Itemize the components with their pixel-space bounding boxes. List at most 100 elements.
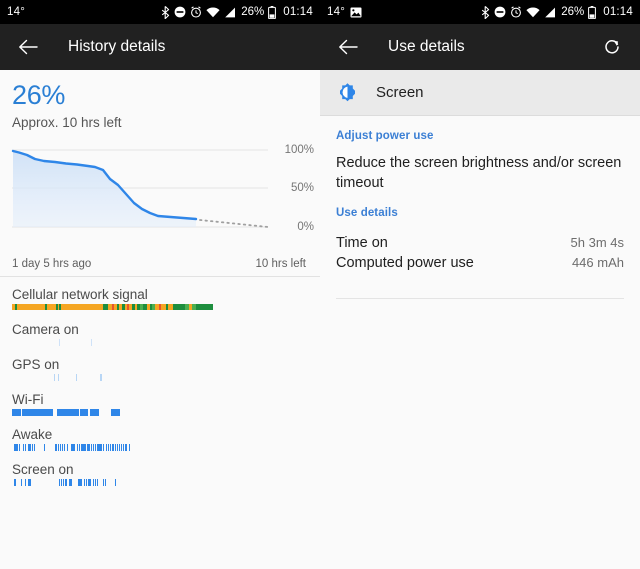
event-segment xyxy=(77,444,79,451)
event-segment xyxy=(46,304,57,310)
event-segment xyxy=(112,444,114,451)
section-divider xyxy=(336,298,624,300)
battery-percent-large: 26% xyxy=(12,80,66,110)
event-segment xyxy=(125,444,127,451)
wifi-icon xyxy=(526,6,540,18)
y-axis-label-50: 50% xyxy=(290,182,314,194)
event-tracks-list: Cellular network signal Camera on GPS on… xyxy=(0,277,320,487)
chart-x-axis: 1 day 5 hrs ago 10 hrs left xyxy=(0,254,320,270)
alarm-icon xyxy=(190,6,202,18)
event-bar-gps xyxy=(12,374,308,382)
event-segment xyxy=(70,444,75,451)
event-segment xyxy=(100,444,102,451)
event-track-wifi: Wi-Fi xyxy=(0,386,320,417)
event-segment xyxy=(118,444,121,451)
event-label: GPS on xyxy=(12,357,60,372)
use-details-content: Screen Adjust power use Reduce the scree… xyxy=(320,70,640,569)
app-header-row[interactable]: Screen xyxy=(320,70,640,116)
x-axis-start-label: 1 day 5 hrs ago xyxy=(12,258,92,270)
event-segment xyxy=(20,479,22,486)
right-phone-screen: 14° 26% 01:14 Use details Screen Adjust … xyxy=(320,0,640,569)
event-segment xyxy=(121,444,123,451)
event-segment xyxy=(100,374,102,381)
event-segment xyxy=(58,339,60,346)
detail-key: Computed power use xyxy=(336,255,474,272)
page-title: Use details xyxy=(388,38,465,55)
event-segment xyxy=(67,444,69,451)
event-track-cellular: Cellular network signal xyxy=(0,281,320,312)
event-label: Camera on xyxy=(12,322,79,337)
brightness-icon xyxy=(336,82,358,104)
event-segment xyxy=(64,444,66,451)
cellular-signal-icon xyxy=(544,7,556,18)
event-segment xyxy=(102,479,104,486)
event-bar-wifi xyxy=(12,409,308,417)
detail-row-computed-power: Computed power use 446 mAh xyxy=(336,253,624,273)
event-label: Screen on xyxy=(12,462,74,477)
event-segment xyxy=(111,409,121,416)
event-label: Wi-Fi xyxy=(12,392,44,407)
battery-history-chart: 100% 50% 0% xyxy=(0,142,320,254)
event-segment xyxy=(81,444,86,451)
back-arrow-icon[interactable] xyxy=(16,35,40,59)
event-track-camera: Camera on xyxy=(0,316,320,347)
event-segment xyxy=(25,479,27,486)
status-right-group: 26% 01:14 xyxy=(161,5,313,19)
battery-remaining-text: Approx. 10 hrs left xyxy=(12,115,122,130)
event-segment xyxy=(102,444,105,451)
event-segment xyxy=(61,444,64,451)
temperature-text: 14° xyxy=(7,6,25,18)
event-segment xyxy=(94,479,96,486)
refresh-icon[interactable] xyxy=(600,35,624,59)
event-segment xyxy=(77,479,82,486)
event-segment xyxy=(91,339,93,346)
event-segment xyxy=(25,444,27,451)
event-segment xyxy=(195,304,213,310)
status-battery-percent: 26% xyxy=(241,6,265,18)
event-segment xyxy=(61,304,103,310)
event-segment xyxy=(57,374,59,381)
wifi-icon xyxy=(206,6,220,18)
event-segment xyxy=(68,479,72,486)
event-segment xyxy=(28,479,32,486)
event-segment xyxy=(84,479,86,486)
event-segment xyxy=(58,479,60,486)
event-segment xyxy=(114,444,116,451)
event-segment xyxy=(55,444,57,451)
event-bar-camera xyxy=(12,339,308,347)
status-right-group: 26% 01:14 xyxy=(481,5,633,19)
event-segment xyxy=(53,374,56,381)
alarm-icon xyxy=(510,6,522,18)
event-track-screen: Screen on xyxy=(0,456,320,487)
section-title-use-details[interactable]: Use details xyxy=(336,207,624,219)
detail-value: 446 mAh xyxy=(571,255,624,271)
event-segment xyxy=(31,444,33,451)
y-axis-label-0: 0% xyxy=(297,221,314,233)
status-clock: 01:14 xyxy=(283,6,313,18)
event-segment xyxy=(105,479,107,486)
event-segment xyxy=(123,444,125,451)
status-clock: 01:14 xyxy=(603,6,633,18)
section-title-adjust[interactable]: Adjust power use xyxy=(336,130,624,142)
battery-icon xyxy=(268,5,277,19)
use-details-section: Use details Time on 5h 3m 4s Computed po… xyxy=(320,193,640,273)
event-segment xyxy=(19,444,21,451)
event-label: Cellular network signal xyxy=(12,287,148,302)
bluetooth-icon xyxy=(161,5,170,19)
event-track-awake: Awake xyxy=(0,421,320,452)
do-not-disturb-icon xyxy=(494,6,506,18)
left-phone-screen: 14° 26% 01:14 History details 26% Approx… xyxy=(0,0,320,569)
event-segment xyxy=(105,444,108,451)
back-arrow-icon[interactable] xyxy=(336,35,360,59)
use-details-rows: Time on 5h 3m 4s Computed power use 446 … xyxy=(336,219,624,273)
event-segment xyxy=(28,444,31,451)
event-segment xyxy=(116,444,118,451)
event-segment xyxy=(129,444,131,451)
event-bar-cellular xyxy=(12,304,308,312)
event-segment xyxy=(22,409,54,416)
event-segment xyxy=(92,479,94,486)
right-status-bar: 14° 26% 01:14 xyxy=(320,0,640,24)
event-track-gps: GPS on xyxy=(0,351,320,382)
event-segment xyxy=(62,479,65,486)
event-segment xyxy=(80,409,88,416)
